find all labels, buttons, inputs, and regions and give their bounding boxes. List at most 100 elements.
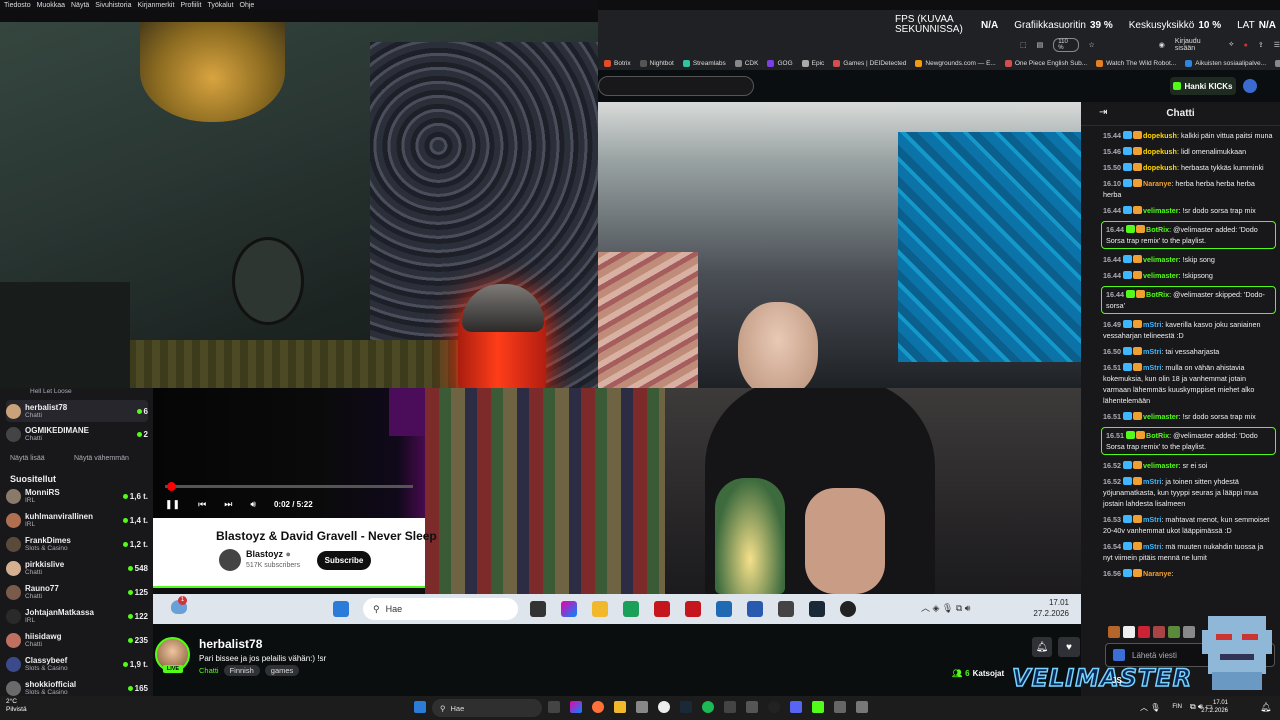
notifications-icon[interactable]: ● [1244, 42, 1248, 49]
sidebar-channel[interactable]: herbalist78 Chatti 6 [6, 400, 148, 422]
yt-video-title[interactable]: Blastoyz & David Gravell - Never Sleep [216, 529, 437, 543]
bookmark-item[interactable]: CDK [734, 59, 758, 67]
yt-channel-name[interactable]: Blastoyz ● [246, 549, 291, 559]
steam-icon[interactable] [809, 601, 825, 617]
tag-games[interactable]: games [264, 665, 300, 676]
tag-finnish[interactable]: Finnish [223, 665, 260, 676]
message-username[interactable]: mStri [1143, 542, 1161, 551]
menu-item[interactable]: Ohje [240, 2, 255, 9]
sidebar-channel[interactable]: hiisidawg Chatti 235 [6, 629, 148, 651]
taskbar-clock[interactable]: 17.01 27.2.2026 [1201, 699, 1228, 715]
app-icon[interactable] [856, 701, 868, 713]
sidebar-channel[interactable]: kuhlmanvirallinen IRL 1,4 t. [6, 509, 148, 531]
zoom-level[interactable]: 110 % [1053, 38, 1079, 52]
message-username[interactable]: BotRix [1146, 290, 1169, 299]
yt-progress-bar[interactable] [165, 485, 413, 488]
message-username[interactable]: velimaster [1143, 271, 1179, 280]
emote-icon[interactable] [1183, 626, 1195, 638]
store-icon[interactable] [747, 601, 763, 617]
message-username[interactable]: mStri [1143, 320, 1161, 329]
spotify-icon[interactable] [702, 701, 714, 713]
notify-bell-button[interactable]: 🔔︎ [1032, 637, 1052, 657]
account-icon[interactable]: ◉ [1159, 41, 1165, 49]
reader-icon[interactable]: ▤ [1037, 41, 1044, 49]
search-input[interactable] [598, 76, 754, 96]
windows-start-icon[interactable] [414, 701, 426, 713]
message-username[interactable]: BotRix [1146, 225, 1169, 234]
emote-icon[interactable] [1108, 626, 1120, 638]
copilot-icon[interactable] [570, 701, 582, 713]
tray-icons[interactable]: ︿ 🎙︎ [1140, 702, 1160, 713]
bookmark-item[interactable]: Epic [801, 59, 824, 67]
app-icon[interactable] [746, 701, 758, 713]
message-username[interactable]: dopekush [1143, 163, 1177, 172]
bookmark-item[interactable]: Watch The Wild Robot... [1096, 59, 1176, 67]
obs-icon[interactable] [840, 601, 856, 617]
outlook-icon[interactable] [716, 601, 732, 617]
message-username[interactable]: mStri [1143, 477, 1161, 486]
next-icon[interactable]: ⏭ [224, 499, 232, 510]
sidebar-channel[interactable]: Classybeef Slots & Casino 1,9 t. [6, 653, 148, 675]
get-kicks-button[interactable]: Hanki KICKs [1170, 77, 1236, 95]
show-more-link[interactable]: Näytä lisää [10, 455, 45, 462]
message-username[interactable]: dopekush [1143, 131, 1177, 140]
message-username[interactable]: Naranye [1143, 179, 1171, 188]
menu-item[interactable]: Näytä [71, 2, 89, 9]
bookmark-item[interactable]: Nightbot [639, 59, 674, 67]
app-icon[interactable] [834, 701, 846, 713]
sidebar-channel[interactable]: JohtajanMatkassa IRL 122 [6, 605, 148, 627]
stream-video[interactable] [598, 102, 1081, 388]
edge-icon[interactable] [623, 601, 639, 617]
task-view-icon[interactable] [530, 601, 546, 617]
collapse-chat-icon[interactable]: ⇥ [1099, 107, 1107, 118]
sidebar-channel[interactable]: Rauno77 Chatti 125 [6, 581, 148, 603]
taskbar-search[interactable]: ⚲ Hae [432, 699, 542, 717]
menu-icon[interactable]: ☰ [1274, 41, 1280, 49]
yt-subscribe-button[interactable]: Subscribe [317, 551, 371, 570]
signin-link[interactable]: Kirjaudu sisään [1175, 38, 1219, 52]
message-username[interactable]: velimaster [1143, 255, 1179, 264]
steam-icon[interactable] [680, 701, 692, 713]
message-username[interactable]: mStri [1143, 363, 1161, 372]
previous-icon[interactable]: ⏮ [198, 499, 206, 510]
message-username[interactable]: velimaster [1143, 412, 1179, 421]
message-username[interactable]: velimaster [1143, 461, 1179, 470]
streamer-name[interactable]: herbalist78 [199, 637, 262, 651]
message-username[interactable]: dopekush [1143, 147, 1177, 156]
user-avatar[interactable] [1243, 79, 1257, 93]
tray-icons[interactable]: ︿ ◈ 🎙︎ ⧉ 🔊︎ [921, 601, 970, 614]
taskbar-search[interactable]: ⚲ Hae [363, 598, 518, 620]
extensions-icon[interactable]: ⟡ [1229, 41, 1234, 49]
sidebar-channel[interactable]: FrankDimes Slots & Casino 1,2 t. [6, 533, 148, 555]
message-username[interactable]: velimaster [1143, 206, 1179, 215]
mcafee-icon[interactable] [685, 601, 701, 617]
kick-icon[interactable] [812, 701, 824, 713]
emote-icon[interactable] [1168, 626, 1180, 638]
bookmark-item[interactable]: Streamlabs [682, 59, 726, 67]
discord-icon[interactable] [790, 701, 802, 713]
weather-widget[interactable]: 2°C Pilvistä [6, 698, 27, 714]
task-view-icon[interactable] [548, 701, 560, 713]
menu-item[interactable]: Työkalut [207, 2, 233, 9]
bookmark-item[interactable]: Newgrounds.com — E... [915, 59, 996, 67]
obs-icon[interactable] [768, 701, 780, 713]
star-icon[interactable]: ☆ [1089, 41, 1095, 49]
copilot-icon[interactable] [561, 601, 577, 617]
bookmark-item[interactable]: Aikuisten sosiaalipalve... [1185, 59, 1266, 67]
message-username[interactable]: mStri [1143, 347, 1161, 356]
yt-channel-avatar[interactable] [219, 549, 241, 571]
stream-category[interactable]: Chatti [199, 666, 219, 675]
menu-item[interactable]: Kirjanmerkit [137, 2, 174, 9]
emote-icon[interactable] [1138, 626, 1150, 638]
show-less-link[interactable]: Näytä vähemmän [74, 455, 129, 462]
menu-item[interactable]: Muokkaa [37, 2, 65, 9]
sidebar-channel[interactable]: MonniRS IRL 1,6 t. [6, 485, 148, 507]
lenovo-icon[interactable] [654, 601, 670, 617]
app-icon[interactable] [778, 601, 794, 617]
bookmark-item[interactable]: Botrix [604, 59, 631, 67]
message-username[interactable]: Naranye [1143, 569, 1171, 578]
menu-item[interactable]: Sivuhistoria [95, 2, 131, 9]
app-icon[interactable] [636, 701, 648, 713]
menu-item[interactable]: Profiilit [180, 2, 201, 9]
stream-video-lower[interactable] [425, 388, 1081, 594]
